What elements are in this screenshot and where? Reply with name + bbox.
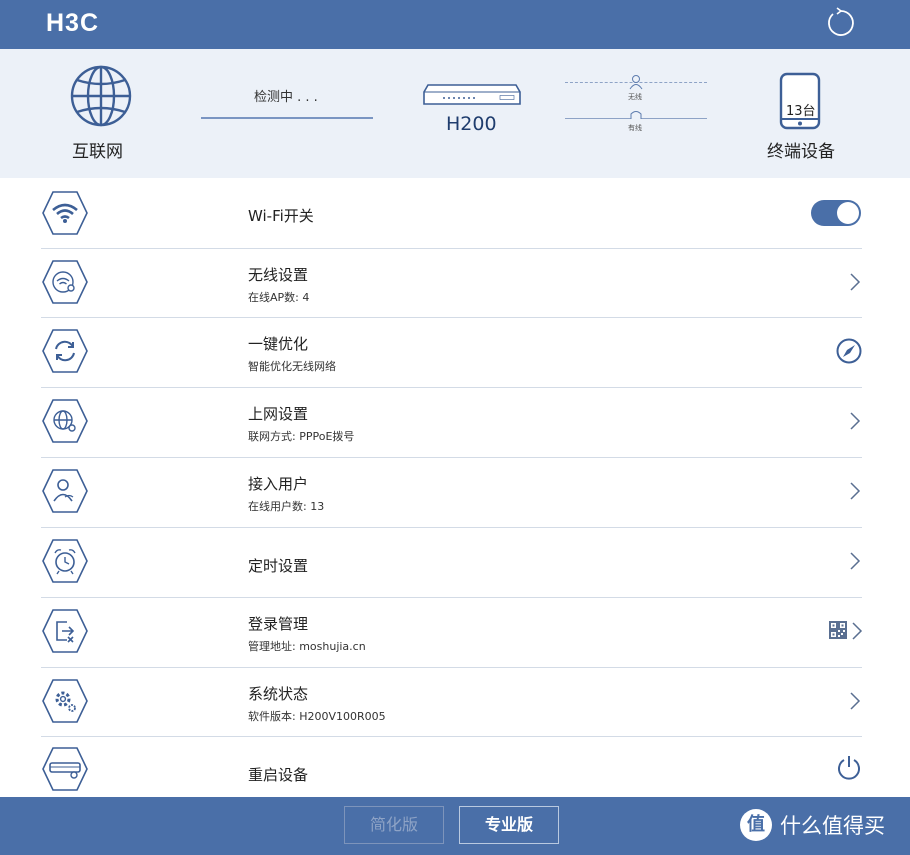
wireless-user-icon [629, 75, 643, 90]
simple-mode-button[interactable]: 简化版 [344, 806, 444, 844]
wired-label: 有线 [628, 124, 642, 132]
router-device-icon[interactable] [422, 82, 522, 108]
wifi-switch-title: Wi-Fi开关 [248, 207, 314, 225]
device-model-label: H200 [446, 113, 497, 135]
chevron-right-icon[interactable] [849, 551, 861, 571]
pro-mode-button[interactable]: 专业版 [459, 806, 559, 844]
rocket-icon[interactable] [836, 338, 862, 364]
watermark-logo: 值 [740, 809, 772, 841]
access-users-sub: 在线用户数: 13 [248, 500, 325, 513]
refresh-icon[interactable] [824, 6, 858, 40]
watermark: 值 什么值得买 [740, 809, 885, 841]
login-exit-icon [42, 609, 88, 653]
top-bar: H3C [0, 0, 910, 49]
router-admin-app: H3C 互联网 检测中 . . . H200 无线 有线 13台 终端设备 Wi… [0, 0, 910, 855]
chevron-right-icon[interactable] [849, 411, 861, 431]
chevron-right-icon[interactable] [849, 481, 861, 501]
menu-item-reboot[interactable]: 重启设备 [41, 737, 862, 797]
router-reboot-icon [42, 747, 88, 791]
wireless-label: 无线 [628, 93, 642, 101]
reboot-title: 重启设备 [248, 766, 309, 784]
menu-item-one-key-optimize[interactable]: 一键优化 智能优化无线网络 [41, 318, 862, 388]
menu-item-internet-settings[interactable]: 上网设置 联网方式: PPPoE拨号 [41, 388, 862, 458]
terminal-count: 13台 [786, 104, 816, 119]
watermark-text: 什么值得买 [780, 814, 885, 838]
system-status-title: 系统状态 [248, 685, 309, 703]
menu-item-access-users[interactable]: 接入用户 在线用户数: 13 [41, 458, 862, 528]
toggle-knob [837, 202, 859, 224]
optimize-sub: 智能优化无线网络 [248, 360, 336, 373]
timer-settings-title: 定时设置 [248, 557, 309, 575]
alarm-clock-icon [42, 539, 88, 583]
access-users-title: 接入用户 [248, 475, 309, 493]
internet-label: 互联网 [72, 142, 123, 162]
menu-item-wireless-settings[interactable]: 无线设置 在线AP数: 4 [41, 249, 862, 318]
chevron-right-icon[interactable] [849, 272, 861, 292]
optimize-title: 一键优化 [248, 335, 309, 353]
wireless-settings-sub: 在线AP数: 4 [248, 291, 310, 304]
internet-settings-title: 上网设置 [248, 405, 309, 423]
menu-item-login-management[interactable]: 登录管理 管理地址: moshujia.cn [41, 598, 863, 668]
wifi-toggle[interactable] [811, 200, 861, 226]
menu-item-timer-settings[interactable]: 定时设置 [41, 528, 862, 598]
chevron-right-icon[interactable] [851, 621, 863, 641]
chevron-right-icon[interactable] [849, 691, 861, 711]
wireless-settings-icon [42, 260, 88, 304]
wifi-icon [42, 191, 88, 235]
wireless-settings-title: 无线设置 [248, 266, 309, 284]
system-status-sub: 软件版本: H200V100R005 [248, 710, 386, 723]
internet-link-line [201, 117, 373, 119]
internet-settings-sub: 联网方式: PPPoE拨号 [248, 430, 355, 443]
qr-code-icon[interactable] [829, 621, 847, 639]
globe-icon[interactable] [69, 64, 133, 128]
user-icon [42, 469, 88, 513]
menu-item-wifi-switch: Wi-Fi开关 [41, 178, 862, 249]
globe-settings-icon [42, 399, 88, 443]
optimize-icon [42, 329, 88, 373]
wired-plug-icon [630, 111, 642, 119]
login-management-sub: 管理地址: moshujia.cn [248, 640, 366, 653]
network-status-panel: 互联网 检测中 . . . H200 无线 有线 13台 终端设备 [0, 49, 910, 178]
terminal-devices-label: 终端设备 [767, 142, 835, 162]
footer-bar: 简化版 专业版 值 什么值得买 [0, 797, 910, 855]
gear-icon [42, 679, 88, 723]
login-management-title: 登录管理 [248, 615, 309, 633]
power-icon[interactable] [836, 754, 862, 780]
menu-item-system-status[interactable]: 系统状态 软件版本: H200V100R005 [41, 668, 862, 737]
detect-status-text: 检测中 . . . [254, 90, 318, 105]
brand-logo: H3C [46, 9, 100, 37]
